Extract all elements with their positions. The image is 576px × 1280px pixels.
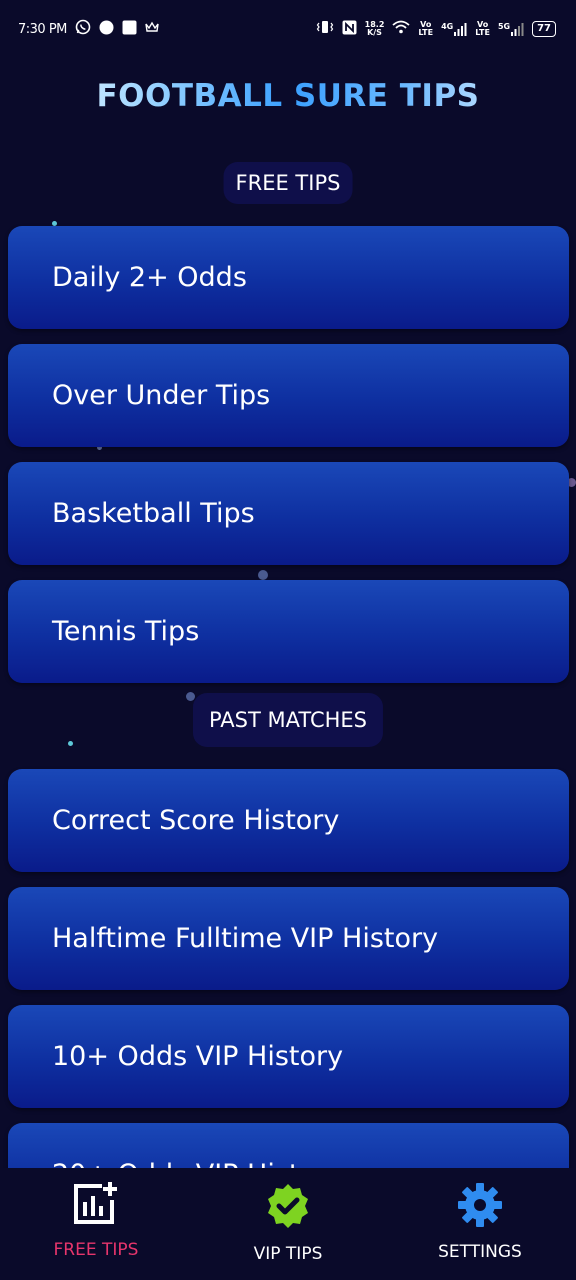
battery-indicator: 77 (532, 21, 556, 37)
network-speed: 18.2 K/S (364, 20, 385, 37)
clock: 7:30 PM (18, 21, 67, 37)
background-dot (258, 570, 268, 580)
crown-icon (145, 21, 159, 37)
bottom-navigation: FREE TIPS VIP TIPS SETTINGS (0, 1168, 576, 1280)
nfc-icon (342, 20, 357, 39)
nav-tab-free-tips[interactable]: FREE TIPS (0, 1168, 192, 1260)
nav-tab-vip-tips[interactable]: VIP TIPS (192, 1168, 384, 1264)
menu-button-basketball[interactable]: Basketball Tips (8, 462, 569, 565)
app-title: FOOTBALL SURE TIPS (0, 78, 576, 114)
vibrate-icon (316, 20, 334, 38)
menu-button-10-odds-vip-history[interactable]: 10+ Odds VIP History (8, 1005, 569, 1108)
stats-add-icon (72, 1182, 120, 1230)
wifi-icon (392, 20, 410, 38)
volte-indicator-2: Vo LTE (475, 20, 490, 37)
section-label-past-matches: PAST MATCHES (192, 693, 384, 747)
menu-button-daily-odds[interactable]: Daily 2+ Odds (8, 226, 569, 329)
nav-tab-settings[interactable]: SETTINGS (384, 1168, 576, 1262)
section-label-free-tips: FREE TIPS (223, 162, 353, 204)
volte-indicator-1: Vo LTE (418, 20, 434, 37)
signal-1: 4G (441, 22, 467, 36)
menu-button-correct-score-history[interactable]: Correct Score History (8, 769, 569, 872)
signal-2: 5G (498, 22, 524, 36)
signal-bars-icon (511, 22, 524, 36)
verified-badge-icon (264, 1182, 312, 1234)
menu-button-over-under[interactable]: Over Under Tips (8, 344, 569, 447)
nav-label-free-tips: FREE TIPS (53, 1240, 139, 1260)
nav-label-vip-tips: VIP TIPS (253, 1244, 323, 1264)
menu-button-htft-vip-history[interactable]: Halftime Fulltime VIP History (8, 887, 569, 990)
background-dot (68, 741, 73, 746)
gear-icon (457, 1182, 503, 1232)
nav-label-settings: SETTINGS (438, 1242, 522, 1262)
menu-button-tennis[interactable]: Tennis Tips (8, 580, 569, 683)
whatsapp-icon (75, 19, 91, 39)
signal-bars-icon (454, 22, 467, 36)
circle-notification-icon (99, 20, 114, 39)
status-bar: 7:30 PM 18.2 K/S Vo LTE 4G Vo LTE 5G 77 (0, 0, 576, 58)
square-notification-icon (122, 20, 137, 39)
